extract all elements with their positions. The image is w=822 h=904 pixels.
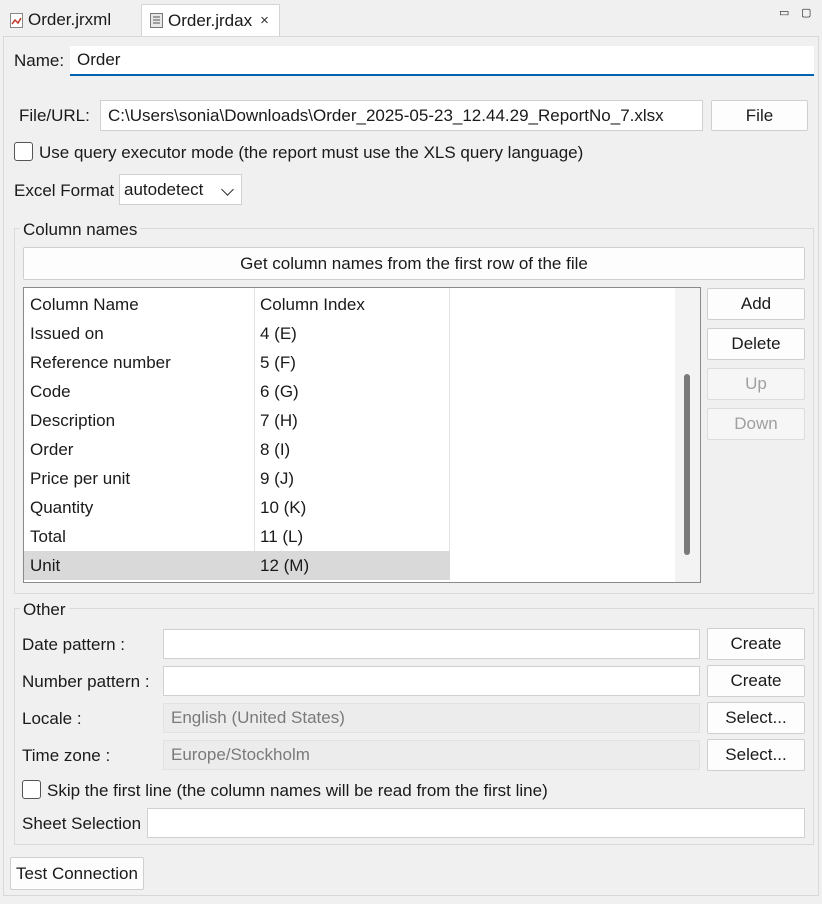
minimize-icon[interactable]: ▭: [779, 6, 791, 19]
table-row[interactable]: Order 8 (I): [24, 435, 450, 464]
date-pattern-create-button[interactable]: Create: [707, 628, 805, 660]
table-row[interactable]: Code 6 (G): [24, 377, 450, 406]
query-executor-checkbox[interactable]: [14, 142, 33, 161]
table-header-row: Column Name Column Index: [24, 290, 450, 319]
column-names-group-title: Column names: [20, 220, 141, 240]
column-header-index[interactable]: Column Index: [260, 290, 365, 319]
tab-label: Order.jrxml: [28, 10, 112, 29]
file-url-field[interactable]: C:\Users\sonia\Downloads\Order_2025-05-2…: [100, 100, 703, 131]
jrdax-file-icon: [150, 13, 163, 28]
table-row-selected[interactable]: Unit 12 (M): [24, 551, 450, 580]
tab-label: Order.jrdax: [168, 10, 253, 30]
other-group-title: Other: [20, 600, 69, 620]
up-button[interactable]: Up: [707, 368, 805, 400]
column-index-cell: 10 (K): [260, 498, 307, 517]
table-scrollbar[interactable]: [675, 288, 700, 582]
column-index-cell: 11 (L): [260, 527, 304, 546]
tab-order-jrdax[interactable]: Order.jrdax ×: [141, 4, 280, 36]
skip-first-line-checkbox[interactable]: [22, 780, 41, 799]
delete-button[interactable]: Delete: [707, 328, 805, 360]
chevron-down-icon: [221, 183, 234, 196]
close-icon[interactable]: ×: [260, 12, 269, 29]
column-names-table: Column Name Column Index Issued on 4 (E)…: [23, 287, 701, 583]
time-zone-select-button[interactable]: Select...: [707, 739, 805, 771]
column-index-cell: 4 (E): [260, 324, 297, 343]
excel-format-value: autodetect: [124, 179, 204, 199]
column-name-cell: Unit: [30, 556, 61, 575]
scrollbar-thumb[interactable]: [684, 374, 690, 555]
column-index-cell: 8 (I): [260, 440, 291, 459]
time-zone-label: Time zone :: [22, 746, 111, 765]
maximize-icon[interactable]: ▢: [801, 6, 813, 19]
column-name-cell: Total: [30, 527, 66, 546]
column-name-cell: Quantity: [30, 498, 94, 517]
column-name-cell: Price per unit: [30, 469, 131, 488]
column-index-cell: 12 (M): [260, 556, 310, 575]
file-url-label: File/URL:: [19, 106, 90, 125]
table-row[interactable]: Reference number 5 (F): [24, 348, 450, 377]
table-row[interactable]: Description 7 (H): [24, 406, 450, 435]
down-button[interactable]: Down: [707, 408, 805, 440]
column-name-cell: Code: [30, 382, 71, 401]
table-row[interactable]: Total 11 (L): [24, 522, 450, 551]
column-name-cell: Order: [30, 440, 74, 459]
number-pattern-label: Number pattern :: [22, 672, 150, 691]
locale-select-button[interactable]: Select...: [707, 702, 805, 734]
time-zone-field: Europe/Stockholm: [163, 740, 700, 770]
skip-first-line-label: Skip the first line (the column names wi…: [47, 781, 548, 800]
table-row[interactable]: Issued on 4 (E): [24, 319, 450, 348]
locale-field: English (United States): [163, 703, 700, 733]
date-pattern-label: Date pattern :: [22, 635, 126, 654]
file-button[interactable]: File: [711, 100, 808, 131]
column-index-cell: 6 (G): [260, 382, 299, 401]
date-pattern-field[interactable]: [163, 629, 700, 659]
column-name-cell: Issued on: [30, 324, 104, 343]
tab-order-jrxml[interactable]: Order.jrxml: [2, 4, 119, 36]
sheet-selection-field[interactable]: [147, 808, 805, 838]
editor-tab-bar: Order.jrxml Order.jrdax × ▭ ▢: [0, 0, 822, 36]
add-button[interactable]: Add: [707, 288, 805, 320]
number-pattern-create-button[interactable]: Create: [707, 665, 805, 697]
locale-label: Locale :: [22, 709, 82, 728]
name-field[interactable]: Order: [70, 46, 814, 76]
column-index-cell: 5 (F): [260, 353, 296, 372]
column-name-cell: Description: [30, 411, 116, 430]
test-connection-button[interactable]: Test Connection: [10, 857, 144, 890]
jrxml-file-icon: [10, 12, 23, 28]
column-index-cell: 9 (J): [260, 469, 294, 488]
excel-format-select[interactable]: autodetect: [119, 174, 242, 205]
column-header-name[interactable]: Column Name: [30, 290, 139, 319]
query-executor-label: Use query executor mode (the report must…: [39, 143, 584, 162]
table-row[interactable]: Quantity 10 (K): [24, 493, 450, 522]
table-row[interactable]: Price per unit 9 (J): [24, 464, 450, 493]
sheet-selection-label: Sheet Selection: [22, 814, 142, 833]
column-name-cell: Reference number: [30, 353, 171, 372]
name-label: Name:: [14, 51, 65, 70]
column-index-cell: 7 (H): [260, 411, 298, 430]
excel-format-label: Excel Format: [14, 181, 115, 200]
get-column-names-button[interactable]: Get column names from the first row of t…: [23, 247, 805, 280]
number-pattern-field[interactable]: [163, 666, 700, 696]
